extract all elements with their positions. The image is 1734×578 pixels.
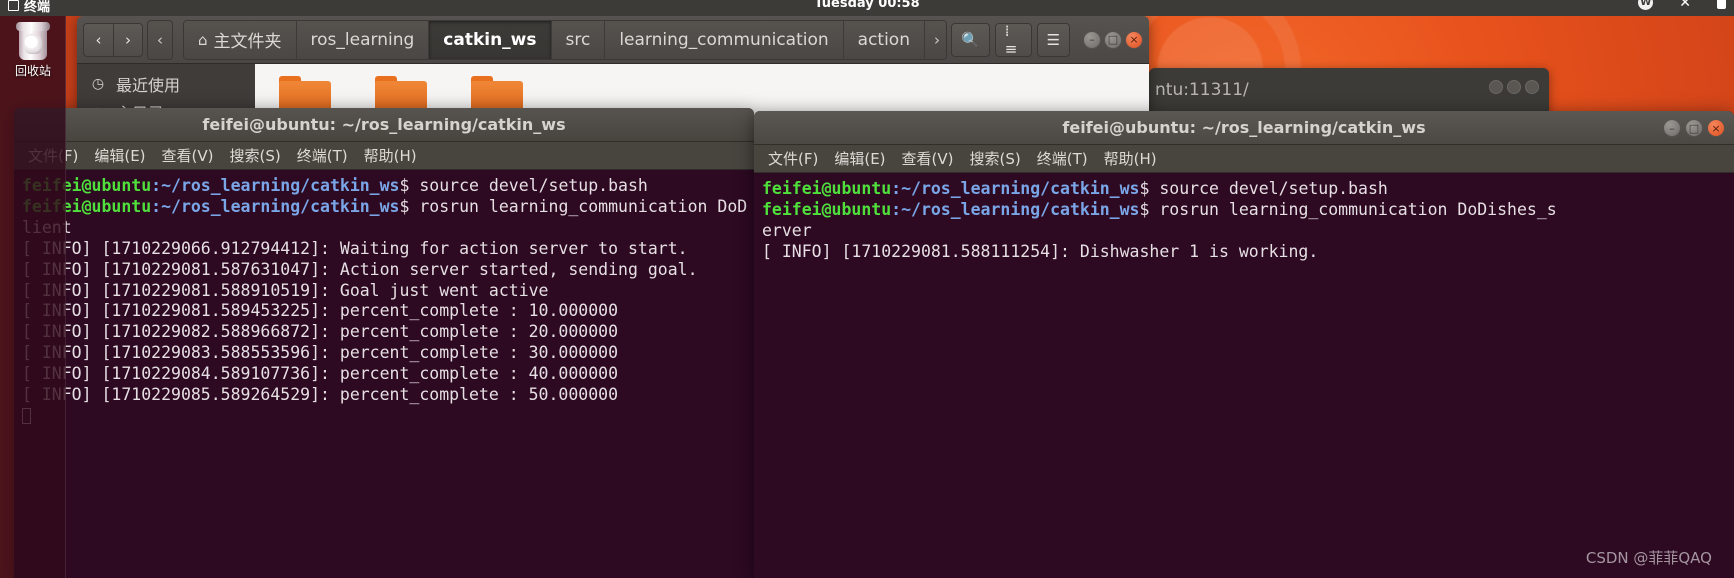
terminal-command: $ rosrun learning_communication DoDishes… <box>1139 199 1557 219</box>
terminal-right-titlebar[interactable]: feifei@ubuntu: ~/ros_learning/catkin_ws … <box>754 111 1734 145</box>
home-icon: ⌂ <box>198 30 208 49</box>
list-view-icon[interactable]: ⁞≡ <box>994 22 1032 58</box>
terminal-line: [ INFO] [1710229081.589453225]: percent_… <box>22 301 619 321</box>
terminal-line: feifei@ubuntu:~/ros_learning/catkin_ws$ … <box>762 200 1734 221</box>
terminal-command: $ source devel/setup.bash <box>399 176 648 195</box>
hamburger-menu-icon[interactable]: ☰ <box>1036 22 1070 57</box>
terminal-command: $ rosrun learning_communication DoD <box>399 196 748 216</box>
terminal-line: [ INFO] [1710229082.588966872]: percent_… <box>22 322 619 342</box>
menu-view[interactable]: 查看(V) <box>162 145 214 166</box>
top-panel-clock[interactable]: Tuesday 00:58 <box>814 0 919 11</box>
terminal-prompt-path: :~/ros_learning/catkin_ws <box>151 176 400 195</box>
terminal-left-output[interactable]: feifei@ubuntu:~/ros_learning/catkin_ws$ … <box>14 170 754 427</box>
maximize-button[interactable]: □ <box>1685 119 1703 137</box>
terminal-left-titlebar[interactable]: feifei@ubuntu: ~/ros_learning/catkin_ws <box>14 108 754 142</box>
terminal-line: feifei@ubuntu:~/ros_learning/catkin_ws$ … <box>762 179 1734 200</box>
terminal-left-menubar: 文件(F) 编辑(E) 查看(V) 搜索(S) 终端(T) 帮助(H) <box>14 142 754 170</box>
maximize-button[interactable] <box>1507 80 1521 94</box>
file-manager-toolbar: ‹ › ‹ ⌂ 主文件夹 ros_learning catkin_ws src … <box>77 16 1149 64</box>
breadcrumb-item-catkin-ws[interactable]: catkin_ws <box>429 20 552 59</box>
terminal-prompt-path: :~/ros_learning/catkin_ws <box>151 196 400 216</box>
breadcrumb-collapse-button[interactable]: ‹ <box>147 19 173 60</box>
breadcrumb-item-ros-learning[interactable]: ros_learning <box>296 20 430 59</box>
keyboard-indicator-icon[interactable]: W <box>1638 0 1654 10</box>
forward-button[interactable]: › <box>113 22 143 57</box>
breadcrumb-item-learning-communication[interactable]: learning_communication <box>605 20 844 59</box>
terminal-window-server: feifei@ubuntu: ~/ros_learning/catkin_ws … <box>754 111 1734 578</box>
close-button[interactable]: × <box>1125 30 1143 49</box>
terminal-right-window-controls: – □ × <box>1663 119 1725 137</box>
terminal-prompt-path: :~/ros_learning/catkin_ws <box>891 179 1140 198</box>
close-button[interactable] <box>1525 80 1539 94</box>
menu-edit[interactable]: 编辑(E) <box>94 145 145 166</box>
terminal-line: [ INFO] [1710229083.588553596]: percent_… <box>22 343 619 363</box>
terminal-right-title: feifei@ubuntu: ~/ros_learning/catkin_ws <box>1062 118 1426 137</box>
top-panel-app-label: 终端 <box>24 0 51 15</box>
terminal-line: [ INFO] [1710229085.589264529]: percent_… <box>22 385 619 405</box>
minimize-button[interactable]: – <box>1663 119 1681 137</box>
terminal-prompt-user: feifei@ubuntu <box>762 199 892 219</box>
minimize-button[interactable] <box>1489 80 1503 94</box>
terminal-line: feifei@ubuntu:~/ros_learning/catkin_ws$ … <box>22 197 754 218</box>
menu-file[interactable]: 文件(F) <box>768 148 818 169</box>
file-manager-window-controls: – □ × <box>1083 30 1143 49</box>
terminal-line: lient <box>22 218 754 239</box>
background-window-controls <box>1489 80 1539 94</box>
terminal-right-menubar: 文件(F) 编辑(E) 查看(V) 搜索(S) 终端(T) 帮助(H) <box>754 145 1734 173</box>
terminal-command: $ source devel/setup.bash <box>1139 179 1388 198</box>
terminal-line: feifei@ubuntu:~/ros_learning/catkin_ws$ … <box>22 176 754 197</box>
terminal-right-output[interactable]: feifei@ubuntu:~/ros_learning/catkin_ws$ … <box>754 173 1734 263</box>
watermark: CSDN @菲菲QAQ <box>1585 549 1712 567</box>
terminal-line: [ INFO] [1710229081.587631047]: Action s… <box>22 259 698 279</box>
top-panel-app-name[interactable]: 终端 <box>8 0 50 15</box>
terminal-line: [ INFO] [1710229081.588910519]: Goal jus… <box>22 280 549 300</box>
menu-help[interactable]: 帮助(H) <box>364 145 417 166</box>
terminal-line <box>22 406 754 427</box>
menu-terminal[interactable]: 终端(T) <box>297 145 348 166</box>
sidebar-item-recent[interactable]: ◷ 最近使用 <box>77 70 255 98</box>
launcher-item-trash-label: 回收站 <box>14 64 51 78</box>
breadcrumb: ⌂ 主文件夹 ros_learning catkin_ws src learni… <box>183 19 948 60</box>
minimize-button[interactable]: – <box>1083 30 1101 49</box>
bluetooth-indicator-icon[interactable]: ✕ <box>1679 0 1691 10</box>
window-square-icon <box>8 0 19 11</box>
battery-indicator-icon[interactable] <box>1717 0 1726 9</box>
breadcrumb-item-home[interactable]: ⌂ 主文件夹 <box>184 20 297 59</box>
terminal-left-title: feifei@ubuntu: ~/ros_learning/catkin_ws <box>202 115 566 134</box>
sidebar-item-label: 最近使用 <box>116 76 181 95</box>
terminal-line: [ INFO] [1710229081.588111254]: Dishwash… <box>762 241 1319 261</box>
unity-launcher: 回收站 <box>0 16 66 578</box>
breadcrumb-item-action[interactable]: action <box>843 20 925 59</box>
terminal-line: erver <box>762 220 812 240</box>
terminal-line: [ INFO] [1710229084.589107736]: percent_… <box>22 364 619 384</box>
breadcrumb-item-label: 主文件夹 <box>213 32 282 52</box>
search-icon[interactable]: 🔍 <box>951 22 990 57</box>
clock-icon: ◷ <box>91 76 105 92</box>
launcher-item-trash[interactable]: 回收站 <box>8 20 58 79</box>
nav-button-group: ‹ › <box>83 22 143 57</box>
maximize-button[interactable]: □ <box>1104 30 1122 49</box>
breadcrumb-item-src[interactable]: src <box>551 20 606 59</box>
file-manager-window: ‹ › ‹ ⌂ 主文件夹 ros_learning catkin_ws src … <box>77 16 1149 116</box>
menu-help[interactable]: 帮助(H) <box>1104 148 1157 169</box>
breadcrumb-next-button[interactable]: › <box>924 20 947 59</box>
terminal-prompt-path: :~/ros_learning/catkin_ws <box>891 199 1140 219</box>
menu-view[interactable]: 查看(V) <box>902 148 954 169</box>
menu-edit[interactable]: 编辑(E) <box>834 148 885 169</box>
close-button[interactable]: × <box>1707 119 1725 137</box>
menu-search[interactable]: 搜索(S) <box>970 148 1021 169</box>
top-panel-indicators: W ✕ <box>1638 0 1726 10</box>
back-button[interactable]: ‹ <box>83 22 113 57</box>
terminal-line: [ INFO] [1710229066.912794412]: Waiting … <box>22 238 688 258</box>
trash-icon <box>16 20 50 60</box>
menu-terminal[interactable]: 终端(T) <box>1037 148 1088 169</box>
toolbar-right-group: 🔍 ⁞≡ ☰ – □ × <box>951 22 1143 58</box>
desktop-screen: 终端 Tuesday 00:58 W ✕ 回收站 ntu:11311/ ‹ › … <box>0 0 1734 578</box>
terminal-prompt-user: feifei@ubuntu <box>762 179 892 198</box>
terminal-window-client: feifei@ubuntu: ~/ros_learning/catkin_ws … <box>14 108 754 578</box>
unity-top-panel: 终端 Tuesday 00:58 W ✕ <box>0 0 1734 16</box>
menu-search[interactable]: 搜索(S) <box>230 145 281 166</box>
